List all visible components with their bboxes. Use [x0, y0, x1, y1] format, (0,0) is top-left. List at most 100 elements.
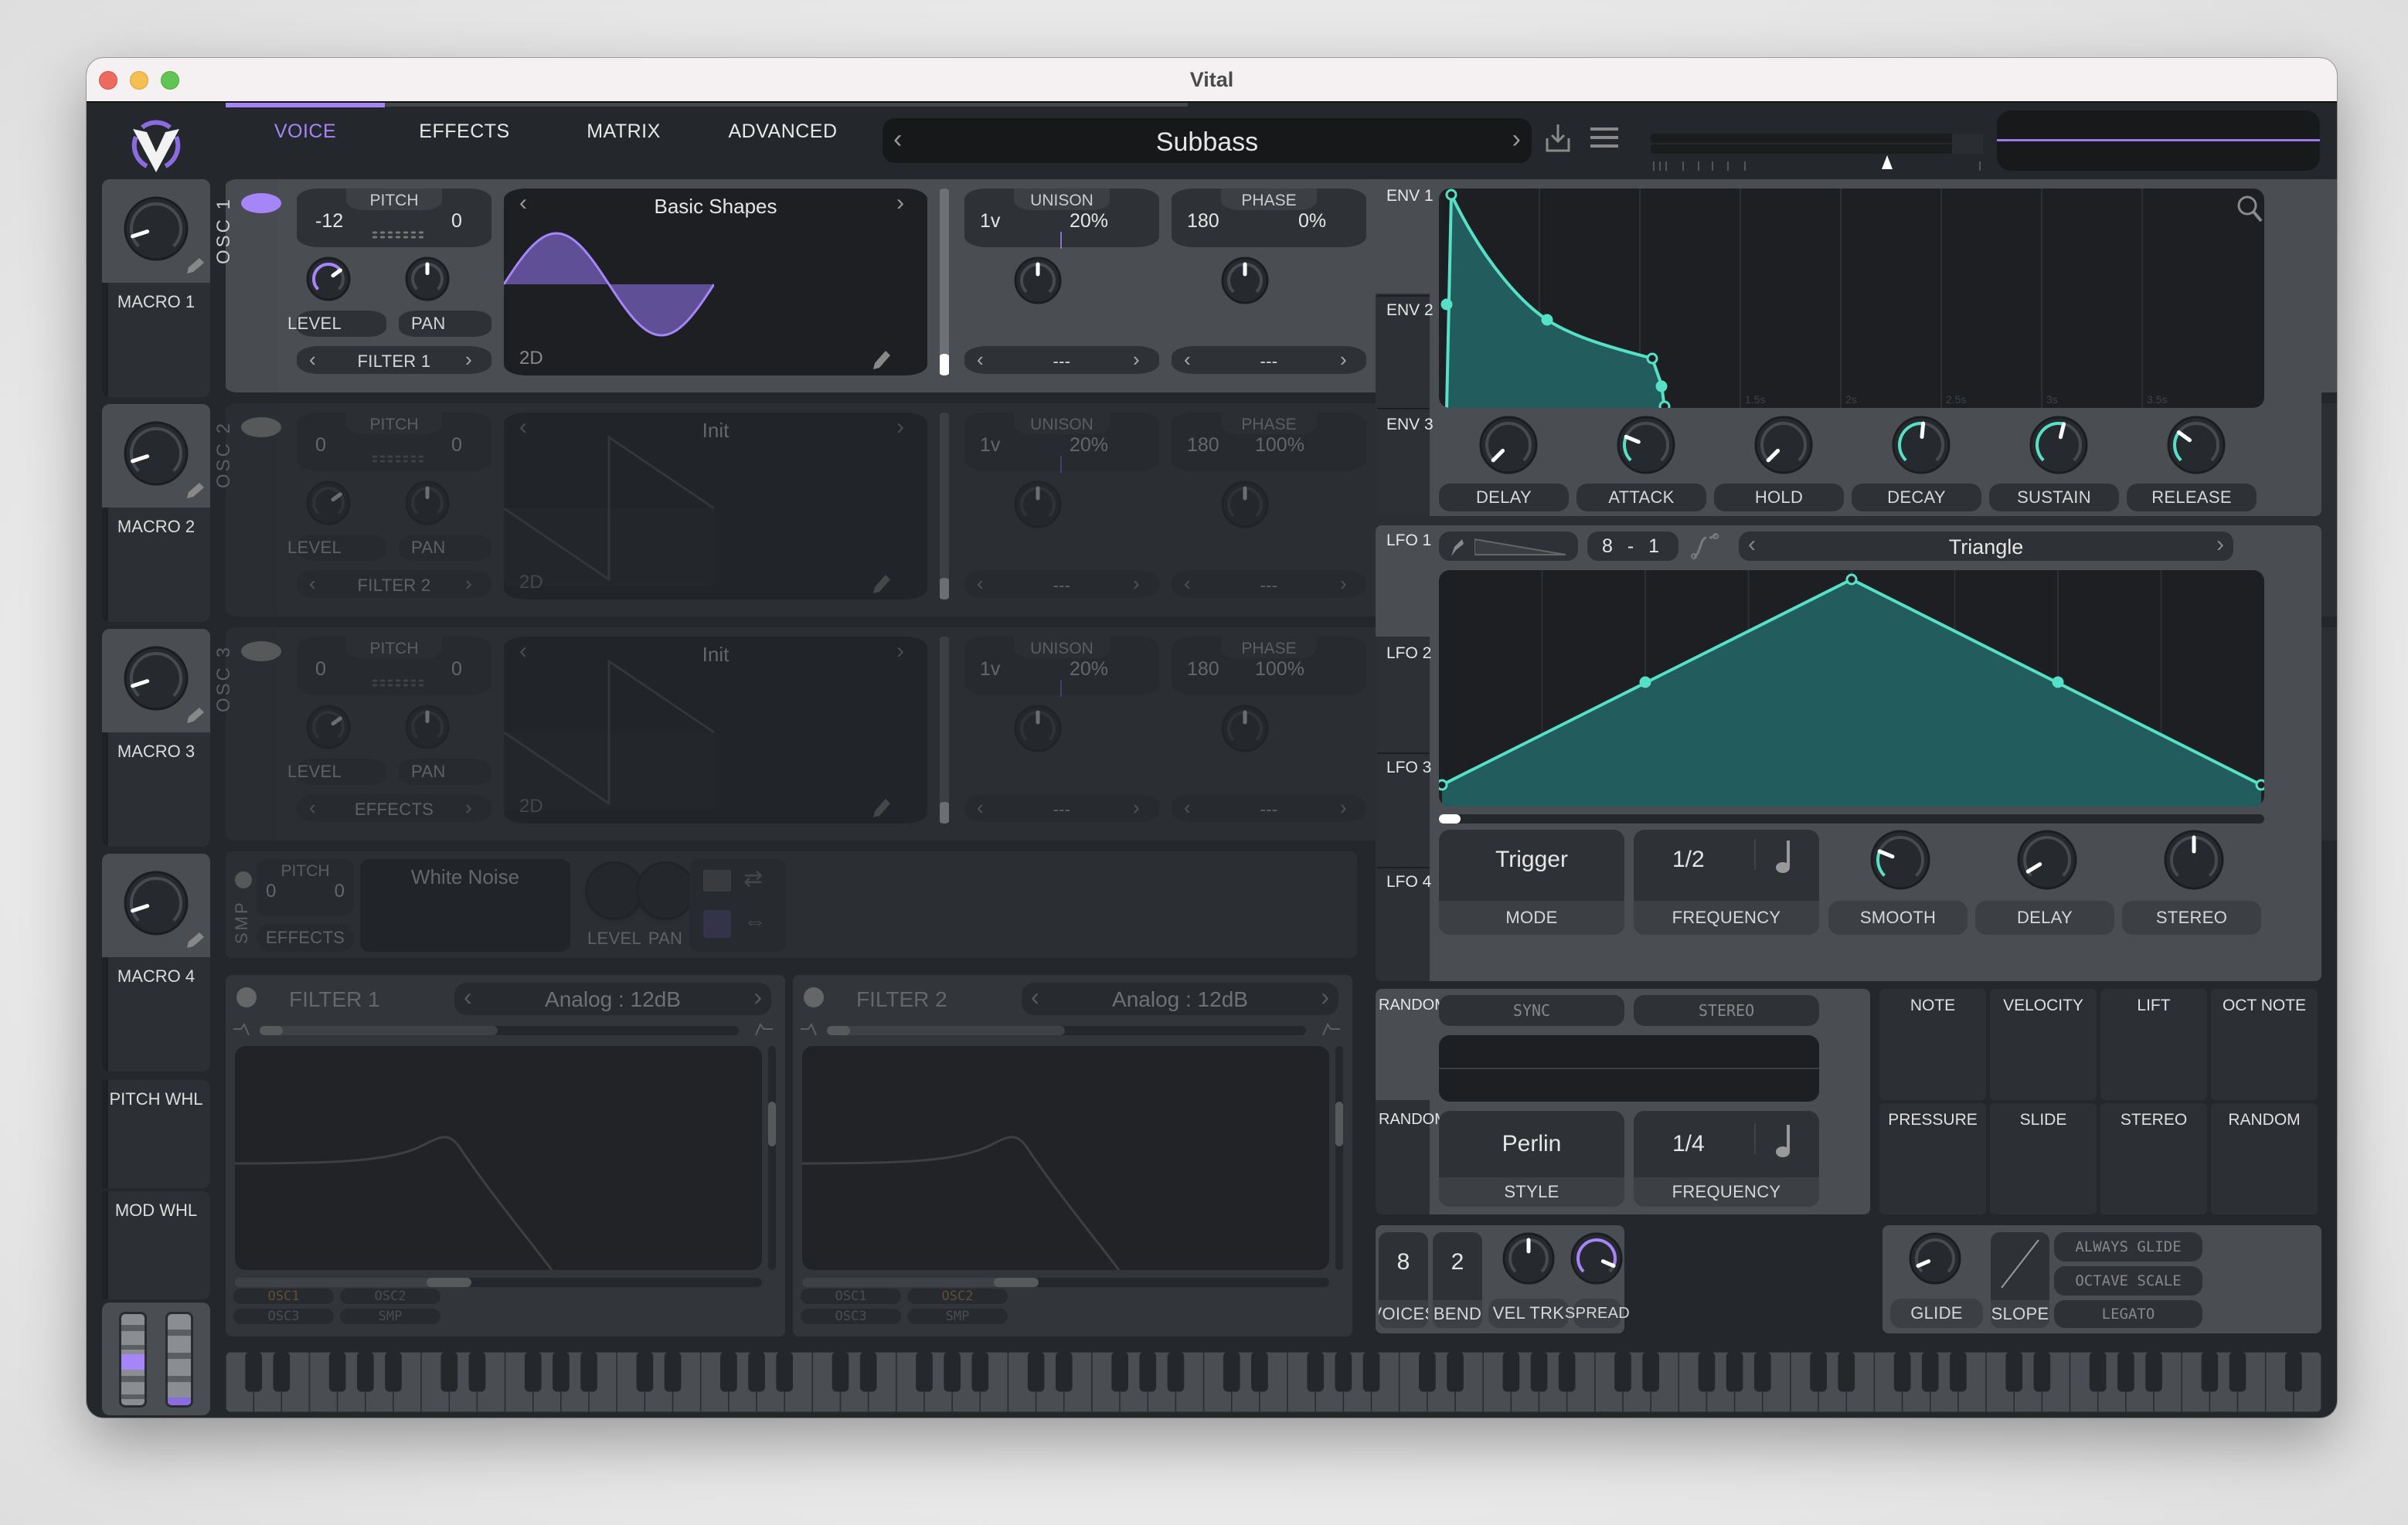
phase-dest-selector[interactable]: ‹ --- ›: [1172, 794, 1366, 822]
unison-settings[interactable]: UNISON 1v 20%: [964, 637, 1159, 697]
sampler-pan-knob[interactable]: [638, 864, 692, 918]
save-icon[interactable]: [1544, 123, 1572, 154]
octave-scale-toggle[interactable]: OCTAVE SCALE: [2054, 1266, 2202, 1296]
sample-name[interactable]: White Noise: [411, 865, 519, 889]
phase-settings[interactable]: PHASE 180 100%: [1172, 413, 1366, 471]
sampler-enable-toggle[interactable]: [235, 871, 252, 888]
unison-spread-knob[interactable]: [1014, 481, 1110, 528]
osc-transpose[interactable]: 0: [315, 434, 326, 457]
phase-dest-selector[interactable]: ‹ --- ›: [1172, 570, 1366, 598]
chevron-right-icon[interactable]: ›: [896, 414, 904, 440]
osc-pitch[interactable]: PITCH -12 0: [297, 189, 491, 247]
wavetable-mode[interactable]: 2D: [519, 572, 543, 593]
chevron-right-icon[interactable]: ›: [896, 638, 904, 664]
macro-knob[interactable]: [124, 421, 189, 486]
osc-tune[interactable]: 0: [451, 210, 462, 233]
chevron-right-icon[interactable]: ›: [1341, 796, 1348, 820]
osc-route-selector[interactable]: ‹ FILTER 1 ›: [297, 346, 491, 374]
mod-source-oct-note[interactable]: OCT NOTE: [2211, 989, 2318, 1100]
filter-source-osc3[interactable]: OSC3: [233, 1309, 334, 1324]
wavetable-name[interactable]: Init: [610, 643, 821, 667]
phase-distortion-knob[interactable]: [1221, 705, 1317, 752]
chevron-left-icon[interactable]: ‹: [519, 638, 527, 664]
mod-source-lift[interactable]: LIFT: [2100, 989, 2207, 1100]
filter-model-selector[interactable]: ‹ Analog : 12dB ›: [454, 983, 771, 1015]
filter-cutoff-slider[interactable]: [235, 1278, 762, 1287]
unison-dest-selector[interactable]: ‹ --- ›: [964, 570, 1159, 598]
bounce-icon[interactable]: ⇔: [743, 909, 767, 935]
stereo-spread-knob[interactable]: [1570, 1232, 1623, 1285]
chevron-left-icon[interactable]: ‹: [309, 796, 316, 820]
osc-enable-toggle[interactable]: [241, 417, 281, 437]
unison-dest-selector[interactable]: ‹ --- ›: [964, 346, 1159, 374]
unison-settings[interactable]: UNISON 1v 20%: [964, 189, 1159, 249]
lfo-tab-1[interactable]: LFO 1: [1386, 532, 1431, 550]
macro-label[interactable]: MACRO 2: [102, 517, 210, 537]
lfo-smooth-knob[interactable]: [1870, 830, 1930, 890]
unison-voices[interactable]: 1v: [980, 210, 1000, 233]
lfo-paint-tool[interactable]: [1439, 532, 1578, 561]
env-tab-3[interactable]: ENV 3: [1386, 416, 1434, 434]
legato-toggle[interactable]: LEGATO: [2054, 1300, 2202, 1328]
wavetable-position-slider[interactable]: [940, 637, 949, 824]
lfo-graph[interactable]: [1439, 570, 2264, 807]
unison-detune[interactable]: 20%: [1070, 434, 1108, 457]
piano-keyboard[interactable]: [226, 1352, 2321, 1412]
mod-source-pressure[interactable]: PRESSURE: [1879, 1103, 1986, 1214]
env-hold-knob[interactable]: [1754, 416, 1813, 474]
always-glide-toggle[interactable]: ALWAYS GLIDE: [2054, 1232, 2202, 1262]
random-phase-value[interactable]: 100%: [1255, 658, 1304, 681]
lfo-tab-3[interactable]: LFO 3: [1386, 759, 1431, 777]
osc-pan-knob[interactable]: [405, 705, 495, 749]
macro-label[interactable]: MACRO 1: [102, 292, 210, 312]
mod-source-random[interactable]: RANDOM: [2211, 1103, 2318, 1214]
glide-knob[interactable]: [1909, 1232, 1961, 1285]
macro-label[interactable]: MACRO 3: [102, 742, 210, 762]
sample-display[interactable]: White Noise: [360, 859, 570, 952]
random-sync-toggle[interactable]: SYNC: [1439, 995, 1624, 1026]
sampler-level-knob[interactable]: [587, 864, 641, 918]
lfo-phase-slider[interactable]: [1439, 814, 2264, 824]
wavetable-mode[interactable]: 2D: [519, 348, 543, 369]
voices-count[interactable]: 8 VOICES: [1379, 1232, 1428, 1328]
env-tab-2[interactable]: ENV 2: [1386, 301, 1434, 320]
volume-meter[interactable]: [1651, 134, 1983, 155]
chevron-right-icon[interactable]: ›: [466, 796, 473, 820]
filter-enable-toggle[interactable]: [804, 987, 824, 1007]
wavetable-position-slider[interactable]: [940, 189, 949, 375]
velocity-tracking-knob[interactable]: [1502, 1232, 1555, 1285]
envelope-graph[interactable]: 500ms1s1.5s2s2.5s3s3.5s: [1439, 189, 2264, 408]
env-delay-knob[interactable]: [1479, 416, 1538, 474]
vital-logo[interactable]: [125, 112, 187, 174]
unison-detune[interactable]: 20%: [1070, 210, 1108, 233]
lfo-phase-handle[interactable]: [1439, 814, 1461, 824]
filter-resonance-slider[interactable]: [1335, 1046, 1343, 1270]
edit-icon[interactable]: [872, 573, 912, 595]
edit-icon[interactable]: [872, 797, 912, 819]
phase-distortion-knob[interactable]: [1221, 256, 1317, 304]
chevron-right-icon[interactable]: ›: [466, 348, 473, 372]
tab-voice[interactable]: VOICE: [226, 121, 385, 143]
filter-source-osc1[interactable]: OSC1: [233, 1289, 334, 1304]
unison-detune[interactable]: 20%: [1070, 658, 1108, 681]
osc-tune[interactable]: 0: [451, 434, 462, 457]
filter-blend-slider[interactable]: [260, 1026, 739, 1035]
filter-enable-toggle[interactable]: [236, 987, 257, 1007]
phase-value[interactable]: 180: [1187, 210, 1219, 233]
sampler-pitch[interactable]: PITCH 0 0: [257, 859, 354, 916]
filter-source-smp[interactable]: SMP: [907, 1309, 1008, 1324]
chevron-right-icon[interactable]: ›: [1134, 796, 1141, 820]
chevron-left-icon[interactable]: ‹: [519, 414, 527, 440]
unison-dest-selector[interactable]: ‹ --- ›: [964, 794, 1159, 822]
chevron-right-icon[interactable]: ›: [1134, 572, 1141, 596]
filter-source-smp[interactable]: SMP: [340, 1309, 440, 1324]
wavetable-name[interactable]: Basic Shapes: [610, 195, 821, 219]
chevron-right-icon[interactable]: ›: [1512, 124, 1521, 155]
osc-route-selector[interactable]: ‹ EFFECTS ›: [297, 794, 491, 822]
random-frequency-selector[interactable]: 1/4 FREQUENCY: [1634, 1111, 1819, 1207]
phase-dest-selector[interactable]: ‹ --- ›: [1172, 346, 1366, 374]
osc-pan-knob[interactable]: [405, 481, 495, 525]
osc-level-knob[interactable]: [306, 481, 396, 525]
lfo-mode-selector[interactable]: Trigger MODE: [1439, 830, 1624, 935]
osc-enable-toggle[interactable]: [241, 641, 281, 661]
